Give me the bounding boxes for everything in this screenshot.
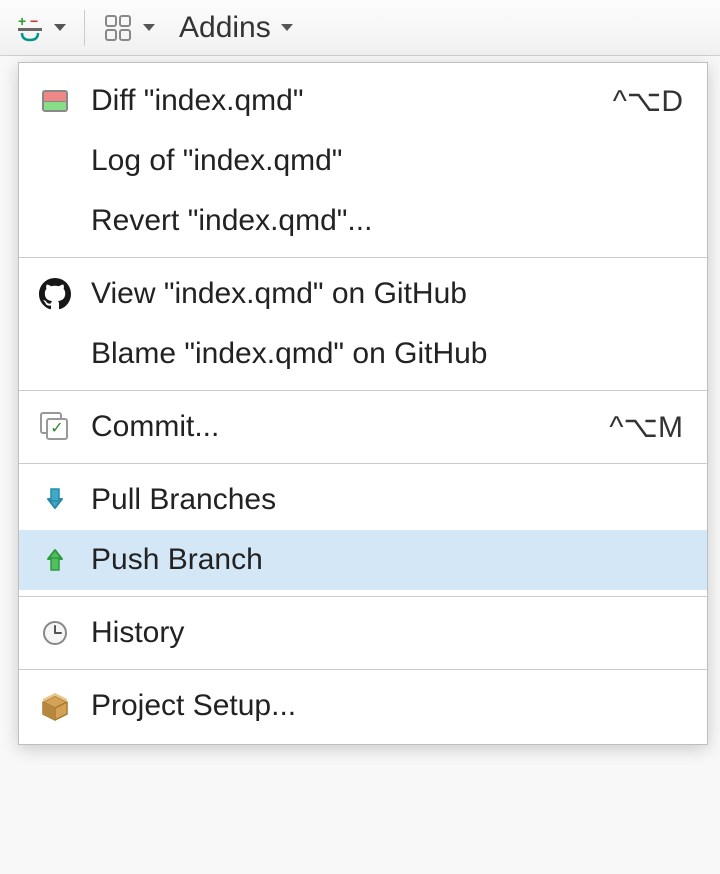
menu-label: History (91, 616, 683, 650)
menu-label: Revert "index.qmd"... (91, 204, 683, 238)
arrow-down-icon (37, 482, 73, 518)
package-icon (37, 688, 73, 724)
grid-toolbar-button[interactable] (97, 9, 161, 47)
chevron-down-icon (143, 24, 155, 31)
github-icon (37, 276, 73, 312)
menu-label: Project Setup... (91, 689, 683, 723)
addins-label: Addins (179, 11, 271, 45)
menu-divider (19, 390, 707, 391)
svg-text:−: − (30, 14, 38, 29)
addins-toolbar-button[interactable]: Addins (169, 7, 299, 49)
menu-item-push-branch[interactable]: Push Branch (19, 530, 707, 590)
arrow-up-icon (37, 542, 73, 578)
git-plus-toolbar-button[interactable]: + − (10, 10, 72, 46)
chevron-down-icon (281, 24, 293, 31)
menu-label: Diff "index.qmd" (91, 84, 613, 118)
menu-item-commit[interactable]: ✓ Commit... ^⌥M (19, 397, 707, 457)
menu-label: Log of "index.qmd" (91, 144, 683, 178)
menu-item-history[interactable]: History (19, 603, 707, 663)
menu-shortcut: ^⌥M (609, 410, 683, 445)
menu-item-log[interactable]: Log of "index.qmd" (19, 131, 707, 191)
menu-label: Pull Branches (91, 483, 683, 517)
menu-divider (19, 596, 707, 597)
menu-divider (19, 669, 707, 670)
menu-item-view-github[interactable]: View "index.qmd" on GitHub (19, 264, 707, 324)
diff-icon (37, 83, 73, 119)
git-plus-icon: + − (16, 14, 44, 42)
grid-icon (103, 13, 133, 43)
menu-label: View "index.qmd" on GitHub (91, 277, 683, 311)
chevron-down-icon (54, 24, 66, 31)
toolbar: + − Addins (0, 0, 720, 56)
menu-label: Blame "index.qmd" on GitHub (91, 337, 683, 371)
menu-divider (19, 257, 707, 258)
toolbar-separator (84, 10, 85, 46)
menu-divider (19, 463, 707, 464)
clock-icon (37, 615, 73, 651)
git-dropdown-menu: Diff "index.qmd" ^⌥D Log of "index.qmd" … (18, 62, 708, 745)
menu-item-pull-branches[interactable]: Pull Branches (19, 470, 707, 530)
menu-label: Commit... (91, 410, 609, 444)
menu-label: Push Branch (91, 543, 683, 577)
menu-item-blame-github[interactable]: Blame "index.qmd" on GitHub (19, 324, 707, 384)
blank-icon (37, 336, 73, 372)
commit-icon: ✓ (37, 409, 73, 445)
menu-item-diff[interactable]: Diff "index.qmd" ^⌥D (19, 71, 707, 131)
blank-icon (37, 203, 73, 239)
menu-shortcut: ^⌥D (613, 84, 683, 119)
svg-text:+: + (18, 14, 26, 29)
blank-icon (37, 143, 73, 179)
menu-item-revert[interactable]: Revert "index.qmd"... (19, 191, 707, 251)
menu-item-project-setup[interactable]: Project Setup... (19, 676, 707, 736)
